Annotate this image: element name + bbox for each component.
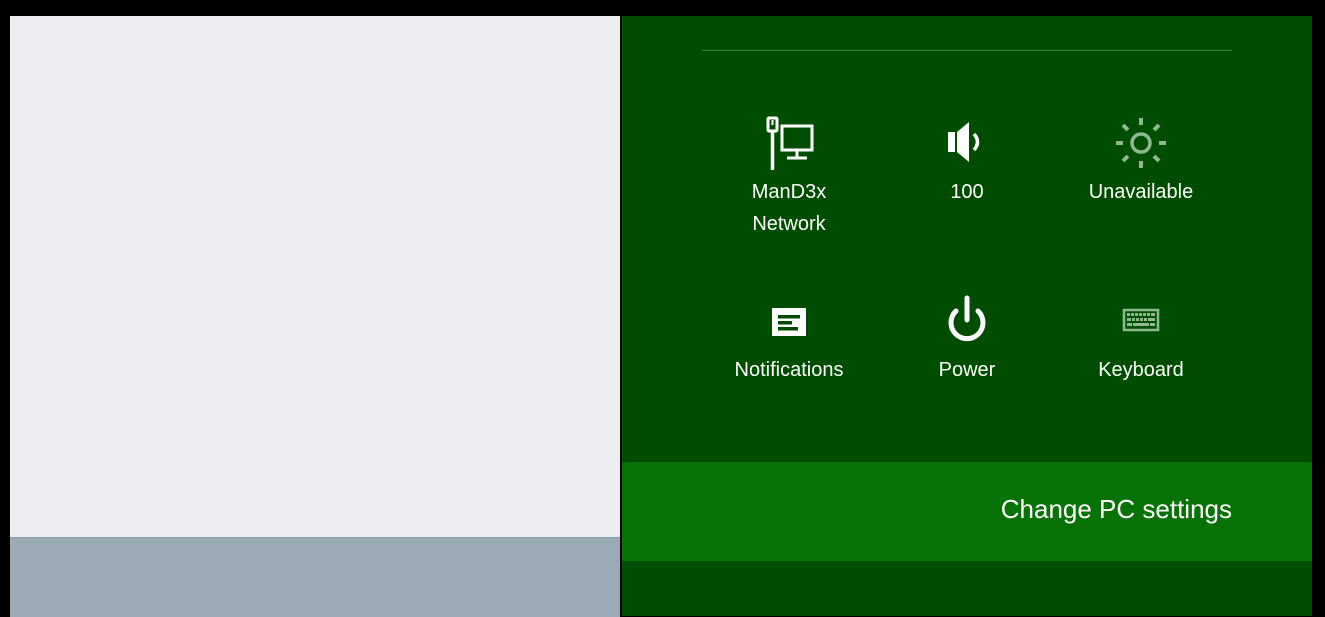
desktop-background-area — [10, 16, 620, 617]
divider — [702, 50, 1232, 51]
power-label: Power — [938, 359, 996, 381]
brightness-label: Unavailable — [1088, 181, 1194, 203]
keyboard-icon — [1066, 292, 1216, 354]
notifications-label: Notifications — [734, 359, 844, 381]
network-label: ManD3x Network — [751, 181, 827, 235]
network-wired-icon — [714, 114, 864, 176]
screen: ManD3x Network 100 Unavailable Notificat… — [0, 0, 1325, 617]
volume-label: 100 — [950, 181, 984, 203]
notifications-icon — [714, 292, 864, 354]
keyboard-label: Keyboard — [1098, 359, 1184, 381]
taskbar-area — [10, 537, 620, 617]
volume-icon — [892, 114, 1042, 176]
keyboard-button[interactable]: Keyboard — [1066, 292, 1216, 386]
volume-button[interactable]: 100 — [892, 114, 1042, 208]
notifications-button[interactable]: Notifications — [714, 292, 864, 386]
power-button[interactable]: Power — [892, 292, 1042, 386]
brightness-button[interactable]: Unavailable — [1066, 114, 1216, 208]
change-pc-settings-label: Change PC settings — [1000, 494, 1232, 524]
network-button[interactable]: ManD3x Network — [714, 114, 864, 240]
settings-charm-pane: ManD3x Network 100 Unavailable Notificat… — [622, 16, 1312, 616]
power-icon — [892, 292, 1042, 354]
brightness-icon — [1066, 114, 1216, 176]
change-pc-settings-button[interactable]: Change PC settings — [622, 462, 1312, 561]
